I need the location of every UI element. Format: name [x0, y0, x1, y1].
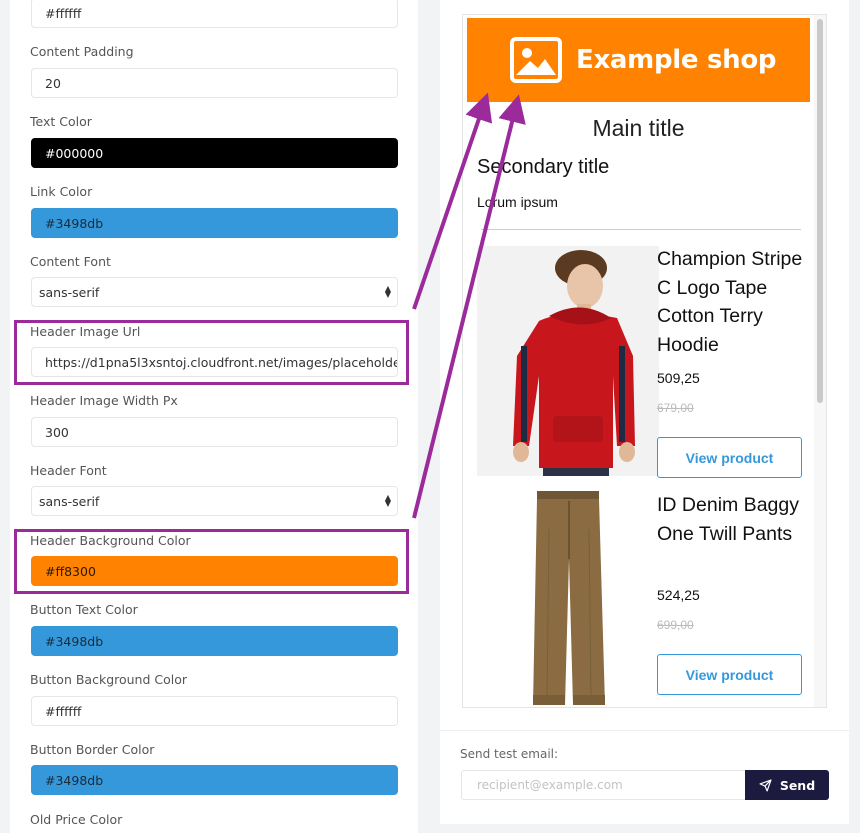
content-font-label: Content Font [30, 254, 111, 269]
shop-name: Example shop [576, 45, 777, 75]
send-button-label: Send [779, 777, 816, 793]
text-color-value: #000000 [45, 145, 104, 161]
header-font-label: Header Font [30, 463, 107, 478]
top-color-field[interactable]: #ffffff [31, 0, 398, 28]
product-image-pants [477, 489, 659, 707]
text-color-label: Text Color [30, 114, 92, 129]
button-text-color-label: Button Text Color [30, 602, 138, 617]
preview-scrollbar[interactable] [814, 15, 826, 707]
view-product-button[interactable]: View product [657, 437, 802, 478]
header-image-width-value: 300 [45, 424, 69, 440]
content-font-select[interactable]: sans-serif ▲ ▼ [31, 277, 398, 307]
shop-header: Example shop [467, 18, 810, 102]
header-font-select[interactable]: sans-serif ▲ ▼ [31, 486, 398, 516]
button-border-color-label: Button Border Color [30, 742, 155, 757]
highlight-header-image-url [14, 320, 409, 385]
button-text-color-value: #3498db [45, 633, 104, 649]
link-color-label: Link Color [30, 184, 93, 199]
send-test-label: Send test email: [460, 747, 559, 761]
product-old-price: 679,00 [657, 401, 694, 415]
send-test-section: Send test email: recipient@example.com S… [440, 730, 849, 824]
body-text: Lorum ipsum [477, 194, 558, 210]
content-padding-value: 20 [45, 75, 61, 91]
highlight-header-bg-color [14, 529, 409, 594]
product-image-hoodie [477, 246, 659, 476]
product-name: Champion Stripe C Logo Tape Cotton Terry… [657, 248, 803, 356]
product-price: 509,25 [657, 370, 700, 386]
image-placeholder-icon [510, 37, 562, 83]
header-image-width-input[interactable]: 300 [31, 417, 398, 447]
header-font-value: sans-serif [39, 493, 100, 509]
content-padding-label: Content Padding [30, 44, 134, 59]
settings-panel: #ffffff Content Padding 20 Text Color #0… [10, 0, 418, 833]
button-bg-color-label: Button Background Color [30, 672, 188, 687]
button-text-color-input[interactable]: #3498db [31, 626, 398, 656]
old-price-color-label: Old Price Color [30, 812, 123, 827]
product-old-price: 699,00 [657, 618, 694, 632]
button-border-color-value: #3498db [45, 772, 104, 788]
send-button[interactable]: Send [745, 770, 829, 800]
link-color-input[interactable]: #3498db [31, 208, 398, 238]
select-caret-icon: ▲ ▼ [384, 284, 391, 299]
product-price: 524,25 [657, 587, 700, 603]
secondary-title: Secondary title [477, 156, 610, 178]
scrollbar-thumb[interactable] [817, 19, 823, 403]
button-bg-color-value: #ffffff [45, 703, 82, 719]
select-caret-icon: ▲ ▼ [384, 493, 391, 508]
paper-plane-icon [759, 778, 772, 792]
view-product-button[interactable]: View product [657, 654, 802, 695]
divider [481, 229, 801, 230]
email-preview[interactable]: Example shop Main title Secondary title … [462, 14, 827, 708]
preview-panel: Example shop Main title Secondary title … [440, 0, 849, 824]
content-padding-input[interactable]: 20 [31, 68, 398, 98]
button-bg-color-input[interactable]: #ffffff [31, 696, 398, 726]
button-border-color-input[interactable]: #3498db [31, 765, 398, 795]
recipient-email-input[interactable]: recipient@example.com [461, 770, 746, 800]
product-name: ID Denim Baggy One Twill Pants [657, 494, 799, 545]
main-title: Main title [592, 115, 685, 141]
header-image-width-label: Header Image Width Px [30, 393, 178, 408]
top-color-value: #ffffff [45, 5, 82, 21]
link-color-value: #3498db [45, 215, 104, 231]
content-font-value: sans-serif [39, 284, 100, 300]
text-color-input[interactable]: #000000 [31, 138, 398, 168]
recipient-email-placeholder: recipient@example.com [477, 778, 623, 792]
